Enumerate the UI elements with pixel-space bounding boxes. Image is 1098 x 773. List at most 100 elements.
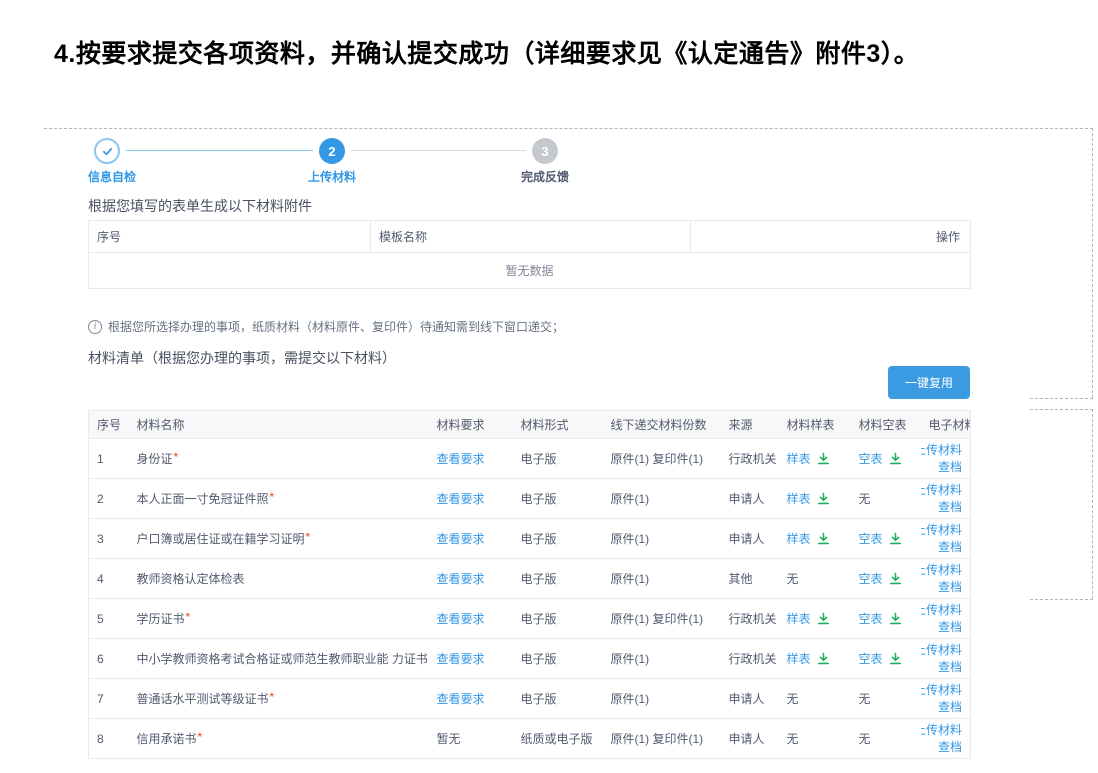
view-requirement-link[interactable]: 查看要求 [437,492,485,506]
download-icon[interactable] [817,492,830,505]
cell-requirement: 查看要求 [429,639,513,679]
blank-form-link[interactable]: 空表 [859,612,883,626]
upload-material-link[interactable]: 上传材料 [921,482,963,499]
cell-copies: 原件(1) 复印件(1) [603,719,721,759]
cell-seq: 2 [89,479,129,519]
cell-source: 其他 [721,559,779,599]
cell-sample: 样表 [779,439,851,479]
step-3-number: 3 [541,144,548,159]
upload-material-link[interactable]: 上传材料 [921,602,963,619]
check-archive-link[interactable]: 查档 [938,579,962,596]
cell-copies: 原件(1) [603,479,721,519]
cell-form: 电子版 [513,679,603,719]
cell-seq: 5 [89,599,129,639]
cell-blank: 无 [851,679,921,719]
cell-form: 电子版 [513,519,603,559]
download-icon[interactable] [817,452,830,465]
column-header: 材料要求 [429,411,513,439]
sample-form-link[interactable]: 样表 [787,492,811,506]
electronic-links: 上传材料查档 [929,682,963,716]
upload-material-link[interactable]: 上传材料 [921,442,963,459]
material-section-heading: 材料清单（根据您办理的事项，需提交以下材料） [88,348,396,368]
one-click-reuse-button[interactable]: 一键复用 [888,366,970,399]
cell-electronic: 上传材料查档 [921,519,971,559]
cell-material-name: 本人正面一寸免冠证件照* [129,479,429,519]
download-icon[interactable] [817,532,830,545]
check-archive-link[interactable]: 查档 [938,619,962,636]
sample-form-link[interactable]: 样表 [787,532,811,546]
cell-source: 申请人 [721,519,779,559]
cell-electronic: 上传材料查档 [921,559,971,599]
blank-form-link[interactable]: 空表 [859,532,883,546]
cell-copies: 原件(1) [603,639,721,679]
view-requirement-link[interactable]: 查看要求 [437,532,485,546]
sample-form-link[interactable]: 样表 [787,652,811,666]
cell-material-name: 户口簿或居住证或在籍学习证明* [129,519,429,559]
check-archive-link[interactable]: 查档 [938,659,962,676]
cell-copies: 原件(1) [603,559,721,599]
blank-form-link[interactable]: 空表 [859,572,883,586]
cell-sample: 样表 [779,479,851,519]
cell-source: 行政机关 [721,439,779,479]
cell-source: 申请人 [721,679,779,719]
step-2-circle: 2 [319,138,345,164]
cell-blank: 空表 [851,599,921,639]
cell-blank: 空表 [851,639,921,679]
view-requirement-link[interactable]: 查看要求 [437,612,485,626]
check-archive-link[interactable]: 查档 [938,699,962,716]
check-archive-link[interactable]: 查档 [938,499,962,516]
view-requirement-link[interactable]: 查看要求 [437,652,485,666]
column-header: 材料名称 [129,411,429,439]
check-archive-link[interactable]: 查档 [938,459,962,476]
required-asterisk: * [270,490,275,504]
cell-source: 申请人 [721,719,779,759]
cell-blank: 无 [851,719,921,759]
view-requirement-link[interactable]: 查看要求 [437,452,485,466]
table-row: 7普通话水平测试等级证书*查看要求电子版原件(1)申请人无无上传材料查档 [89,679,971,719]
requirement-text: 暂无 [437,732,461,746]
blank-form-link[interactable]: 空表 [859,652,883,666]
upload-material-link[interactable]: 上传材料 [921,562,963,579]
download-icon[interactable] [889,532,902,545]
view-requirement-link[interactable]: 查看要求 [437,572,485,586]
blank-form-link[interactable]: 空表 [859,452,883,466]
step-1-circle [94,138,120,164]
material-name: 中小学教师资格考试合格证或师范生教师职业能 力证书 [137,652,428,666]
cell-seq: 7 [89,679,129,719]
upload-material-link[interactable]: 上传材料 [921,682,963,699]
sample-form-link[interactable]: 样表 [787,612,811,626]
cell-material-name: 身份证* [129,439,429,479]
table-row: 3户口簿或居住证或在籍学习证明*查看要求电子版原件(1)申请人样表空表上传材料查… [89,519,971,559]
check-archive-link[interactable]: 查档 [938,539,962,556]
cell-sample: 无 [779,719,851,759]
download-icon[interactable] [889,612,902,625]
check-archive-link[interactable]: 查档 [938,739,962,756]
column-header: 材料空表 [851,411,921,439]
view-requirement-link[interactable]: 查看要求 [437,692,485,706]
none-text: 无 [787,692,799,706]
download-icon[interactable] [817,612,830,625]
upload-material-link[interactable]: 上传材料 [921,642,963,659]
electronic-links: 上传材料查档 [929,442,963,476]
dashed-border-top [44,128,1093,129]
cell-source: 行政机关 [721,599,779,639]
cell-material-name: 信用承诺书* [129,719,429,759]
required-asterisk: * [198,730,203,744]
check-icon [101,145,114,158]
step-3-circle: 3 [532,138,558,164]
cell-seq: 4 [89,559,129,599]
template-table: 序号 模板名称 操作 暂无数据 [88,220,971,289]
upload-material-link[interactable]: 上传材料 [921,722,963,739]
download-icon[interactable] [817,652,830,665]
download-icon[interactable] [889,452,902,465]
column-header-template: 模板名称 [371,221,691,253]
sample-form-link[interactable]: 样表 [787,452,811,466]
empty-row: 暂无数据 [89,253,971,289]
cell-sample: 无 [779,679,851,719]
upload-material-link[interactable]: 上传材料 [921,522,963,539]
electronic-links: 上传材料查档 [929,602,963,636]
download-icon[interactable] [889,652,902,665]
cell-copies: 原件(1) 复印件(1) [603,599,721,639]
download-icon[interactable] [889,572,902,585]
cell-copies: 原件(1) [603,519,721,559]
